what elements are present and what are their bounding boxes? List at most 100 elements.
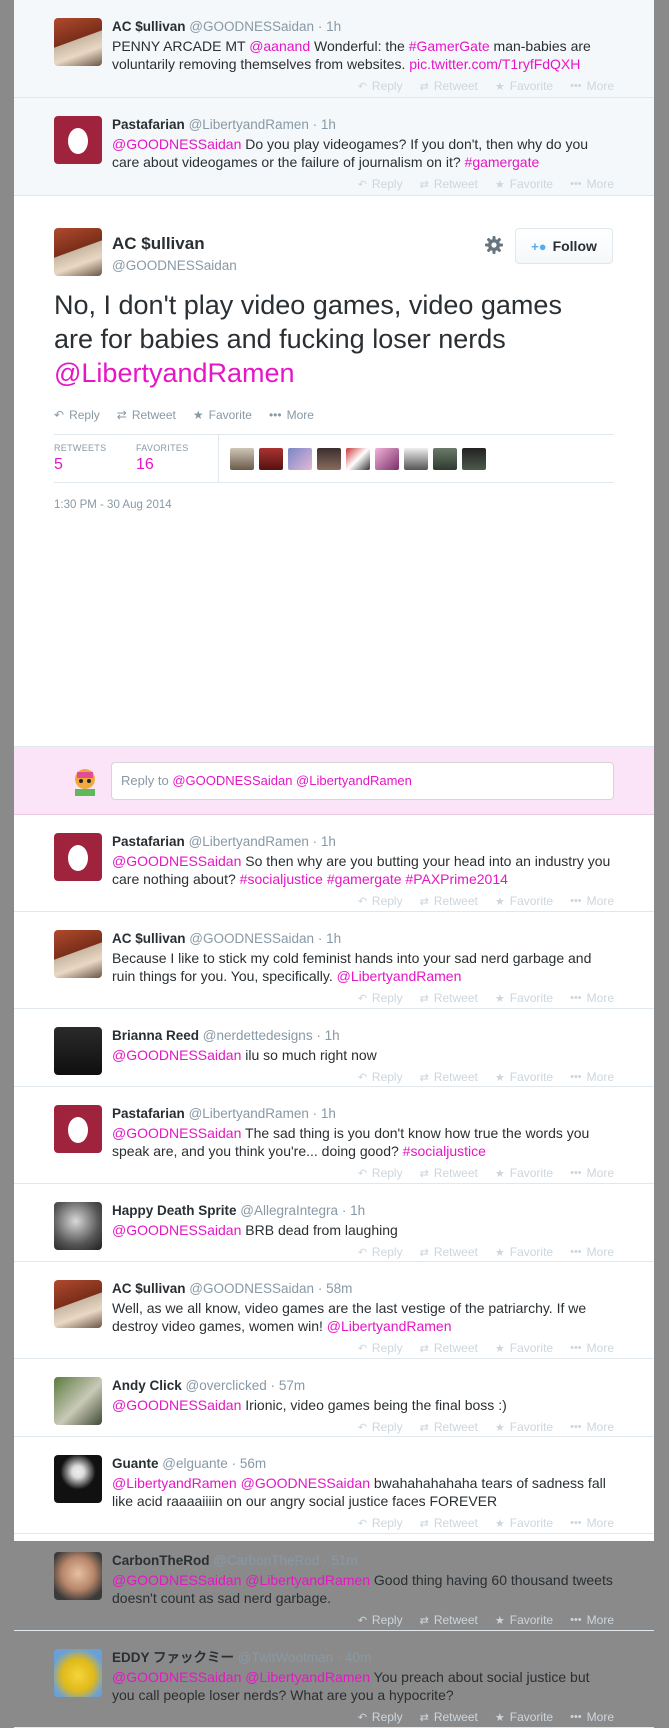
avatar[interactable] [54,1455,102,1503]
retweet-button[interactable]: ⇄ Retweet [420,991,478,1005]
mention-link[interactable]: @GOODNESSaidan [112,1222,241,1238]
avatar[interactable] [54,1377,102,1425]
reply-button[interactable]: ↶ Reply [358,1166,403,1180]
reply-button[interactable]: ↶ Reply [358,79,403,93]
tweet-time[interactable]: 40m [345,1650,371,1665]
avatar[interactable] [259,448,283,470]
hashtag-link[interactable]: #gamergate [465,154,540,170]
reply-input[interactable]: Reply to @GOODNESSaidan @LibertyandRamen [111,762,614,800]
user-name[interactable]: AC $ullivan [112,931,186,946]
favorite-button[interactable]: ★ Favorite [495,1710,553,1724]
avatar[interactable] [54,18,102,66]
user-handle[interactable]: @LibertyandRamen [189,117,309,132]
tweet[interactable]: CarbonTheRod @CarbonTheRod · 51m @GOODNES… [14,1534,654,1631]
user-name[interactable]: AC $ullivan [112,1281,186,1296]
hashtag-link[interactable]: #socialjustice [403,1143,486,1159]
mention-link[interactable]: @GOODNESSaidan [241,1475,370,1491]
more-button[interactable]: ••• More [570,1070,614,1084]
retweet-button[interactable]: ⇄ Retweet [420,1710,478,1724]
favorites-stat[interactable]: FAVORITES 16 [136,443,189,474]
reply-button[interactable]: ↶ Reply [358,1420,403,1434]
user-name[interactable]: Guante [112,1456,159,1471]
retweet-button[interactable]: ⇄ Retweet [117,408,176,422]
mention-link[interactable]: @aanand [249,38,310,54]
user-name[interactable]: EDDY ファックミー [112,1650,234,1665]
user-name[interactable]: Andy Click [112,1378,182,1393]
avatar[interactable] [54,1105,102,1153]
more-button[interactable]: ••• More [570,1613,614,1627]
user-handle[interactable]: @elguante [162,1456,228,1471]
favorite-button[interactable]: ★ Favorite [495,1420,553,1434]
retweet-button[interactable]: ⇄ Retweet [420,1420,478,1434]
user-name[interactable]: AC $ullivan [112,234,205,254]
retweets-stat[interactable]: RETWEETS 5 [54,443,106,474]
user-handle[interactable]: @TwitWootman [238,1650,333,1665]
tweet[interactable]: Guante @elguante · 56m @LibertyandRamen @… [14,1437,654,1534]
avatar[interactable] [54,1027,102,1075]
user-handle[interactable]: @LibertyandRamen [189,834,309,849]
more-button[interactable]: ••• More [570,991,614,1005]
reply-button[interactable]: ↶ Reply [358,1710,403,1724]
hashtag-link[interactable]: #GamerGate [409,38,490,54]
retweet-button[interactable]: ⇄ Retweet [420,1245,478,1259]
tweet[interactable]: Pastafarian @LibertyandRamen · 1h @GOODNE… [14,815,654,912]
retweet-button[interactable]: ⇄ Retweet [420,1516,478,1530]
retweet-button[interactable]: ⇄ Retweet [420,1341,478,1355]
avatar[interactable] [54,1280,102,1328]
mention-link[interactable]: @GOODNESSaidan [112,1047,241,1063]
favorite-button[interactable]: ★ Favorite [495,177,553,191]
favorite-button[interactable]: ★ Favorite [495,991,553,1005]
tweet[interactable]: AC $ullivan @GOODNESSaidan · 1h Because I… [14,912,654,1009]
tweet-time[interactable]: 58m [326,1281,352,1296]
favorite-button[interactable]: ★ Favorite [193,408,252,422]
mention-link[interactable]: @GOODNESSaidan [112,136,241,152]
reply-button[interactable]: ↶ Reply [54,408,100,422]
avatar[interactable] [230,448,254,470]
user-handle[interactable]: @CarbonTheRod [213,1553,319,1568]
tweet-date[interactable]: 1:30 PM - 30 Aug 2014 [54,499,172,511]
tweet[interactable]: Brianna Reed @nerdettedesigns · 1h @GOODN… [14,1009,654,1087]
user-handle[interactable]: @GOODNESSaidan [189,1281,314,1296]
tweet[interactable]: Pastafarian @LibertyandRamen · 1h @GOODNE… [14,1087,654,1184]
user-handle[interactable]: @overclicked [186,1378,267,1393]
mention-link[interactable]: @GOODNESSaidan [112,853,241,869]
mention-link[interactable]: @LibertyandRamen [54,358,295,388]
user-name[interactable]: Brianna Reed [112,1028,199,1043]
favorite-button[interactable]: ★ Favorite [495,1166,553,1180]
favorite-button[interactable]: ★ Favorite [495,1245,553,1259]
more-button[interactable]: ••• More [570,1516,614,1530]
favorite-button[interactable]: ★ Favorite [495,1516,553,1530]
favorite-button[interactable]: ★ Favorite [495,79,553,93]
more-button[interactable]: ••• More [269,408,314,422]
hashtag-link[interactable]: #gamergate [327,871,402,887]
tweet-time[interactable]: 1h [321,117,336,132]
avatar[interactable] [54,228,102,276]
more-button[interactable]: ••• More [570,1341,614,1355]
retweet-button[interactable]: ⇄ Retweet [420,1166,478,1180]
favorite-button[interactable]: ★ Favorite [495,1070,553,1084]
favorite-button[interactable]: ★ Favorite [495,1613,553,1627]
reply-button[interactable]: ↶ Reply [358,894,403,908]
retweet-button[interactable]: ⇄ Retweet [420,177,478,191]
avatar[interactable] [346,448,370,470]
tweet[interactable]: Happy Death Sprite @AllegraIntegra · 1h @… [14,1184,654,1262]
tweet-time[interactable]: 1h [321,834,336,849]
avatar[interactable] [462,448,486,470]
retweet-button[interactable]: ⇄ Retweet [420,79,478,93]
retweet-button[interactable]: ⇄ Retweet [420,1613,478,1627]
user-name[interactable]: Pastafarian [112,834,185,849]
avatar[interactable] [54,1649,102,1697]
reply-button[interactable]: ↶ Reply [358,1245,403,1259]
link-link[interactable]: pic.twitter.com/T1ryfFdQXH [409,56,580,72]
mention-link[interactable]: @GOODNESSaidan [112,1669,241,1685]
mention-link[interactable]: @GOODNESSaidan [112,1572,241,1588]
mention-link[interactable]: @GOODNESSaidan [112,1397,241,1413]
user-name[interactable]: Happy Death Sprite [112,1203,237,1218]
avatar[interactable] [54,1552,102,1600]
gear-icon[interactable] [484,235,504,260]
tweet[interactable]: EDDY ファックミー @TwitWootman · 40m @GOODNESSa… [14,1631,654,1728]
avatar[interactable] [54,930,102,978]
avatar[interactable] [54,833,102,881]
avatar[interactable] [54,116,102,164]
tweet-time[interactable]: 51m [331,1553,357,1568]
